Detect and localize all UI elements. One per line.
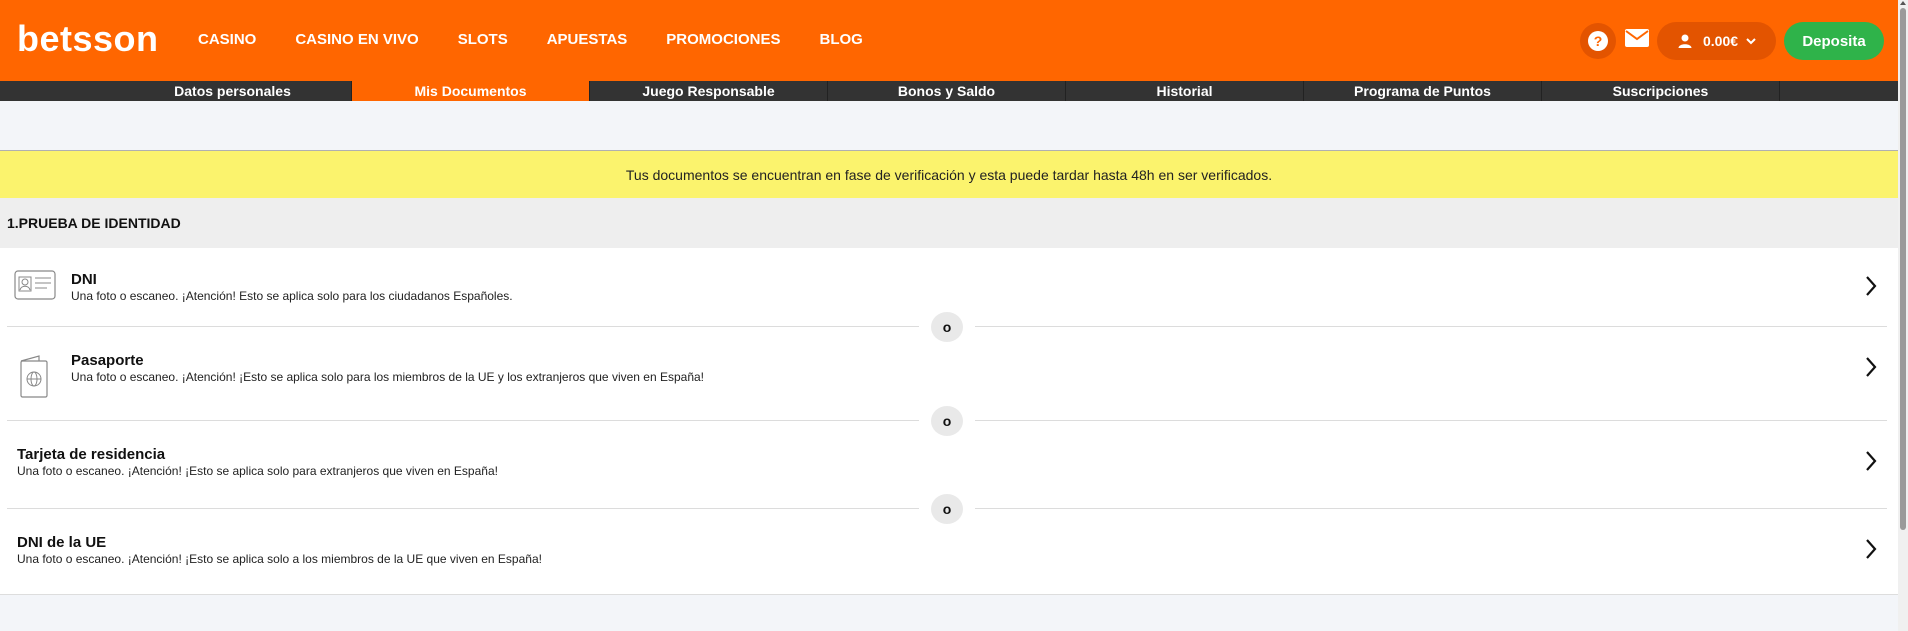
chevron-right-icon: [1866, 357, 1877, 377]
id-card-icon: [14, 270, 56, 300]
mail-icon[interactable]: [1624, 28, 1650, 48]
document-description: Una foto o escaneo. ¡Atención! ¡Esto se …: [17, 552, 542, 566]
page-scrollbar[interactable]: [1898, 0, 1908, 631]
nav-slots[interactable]: SLOTS: [458, 31, 508, 48]
document-title: Tarjeta de residencia: [17, 446, 166, 463]
nav-promociones[interactable]: PROMOCIONES: [666, 31, 780, 48]
main-nav: CASINO CASINO EN VIVO SLOTS APUESTAS PRO…: [198, 31, 902, 48]
or-divider: o: [7, 312, 1887, 342]
document-description: Una foto o escaneo. ¡Atención! Esto se a…: [71, 289, 513, 303]
tab-historial[interactable]: Historial: [1066, 81, 1304, 101]
nav-casino-en-vivo[interactable]: CASINO EN VIVO: [295, 31, 418, 48]
verification-notice: Tus documentos se encuentran en fase de …: [0, 150, 1898, 198]
nav-blog[interactable]: BLOG: [819, 31, 862, 48]
chevron-right-icon: [1866, 451, 1877, 471]
or-label: o: [931, 312, 963, 342]
betsson-logo[interactable]: betsson: [17, 18, 159, 60]
or-divider: o: [7, 494, 1887, 524]
tab-suscripciones[interactable]: Suscripciones: [1542, 81, 1780, 101]
tab-datos-personales[interactable]: Datos personales: [114, 81, 352, 101]
top-header: betsson CASINO CASINO EN VIVO SLOTS APUE…: [0, 0, 1898, 81]
document-option-dni[interactable]: DNI Una foto o escaneo. ¡Atención! Esto …: [0, 248, 1898, 318]
document-title: Pasaporte: [71, 352, 144, 369]
document-option-pasaporte[interactable]: Pasaporte Una foto o escaneo. ¡Atención!…: [0, 342, 1898, 412]
nav-apuestas[interactable]: APUESTAS: [547, 31, 628, 48]
document-description: Una foto o escaneo. ¡Atención! ¡Esto se …: [71, 370, 705, 384]
or-label: o: [931, 494, 963, 524]
or-label: o: [931, 406, 963, 436]
account-balance-button[interactable]: 0.00€: [1657, 22, 1776, 60]
chevron-down-icon: [1746, 38, 1756, 45]
document-description: Una foto o escaneo. ¡Atención! ¡Esto se …: [17, 464, 498, 478]
help-button[interactable]: ?: [1580, 23, 1616, 59]
document-option-dni-de-la-ue[interactable]: DNI de la UE Una foto o escaneo. ¡Atenci…: [0, 524, 1898, 594]
balance-value: 0.00€: [1703, 33, 1739, 49]
deposit-button[interactable]: Deposita: [1784, 22, 1884, 60]
chevron-right-icon: [1866, 539, 1877, 559]
nav-casino[interactable]: CASINO: [198, 31, 256, 48]
help-icon: ?: [1588, 31, 1608, 51]
passport-icon: [20, 355, 48, 398]
account-subnav: Datos personales Mis Documentos Juego Re…: [0, 81, 1898, 101]
scrollbar-thumb[interactable]: [1900, 8, 1906, 530]
tab-mis-documentos[interactable]: Mis Documentos: [352, 81, 590, 101]
document-title: DNI: [71, 271, 97, 288]
document-title: DNI de la UE: [17, 534, 107, 551]
scroll-up-icon[interactable]: [1900, 1, 1906, 5]
tab-programa-de-puntos[interactable]: Programa de Puntos: [1304, 81, 1542, 101]
document-list: DNI Una foto o escaneo. ¡Atención! Esto …: [0, 248, 1898, 595]
section-title: 1.PRUEBA DE IDENTIDAD: [0, 198, 1898, 248]
or-divider: o: [7, 406, 1887, 436]
tab-bonos-y-saldo[interactable]: Bonos y Saldo: [828, 81, 1066, 101]
chevron-right-icon: [1866, 276, 1877, 296]
tab-juego-responsable[interactable]: Juego Responsable: [590, 81, 828, 101]
user-icon: [1678, 34, 1692, 48]
